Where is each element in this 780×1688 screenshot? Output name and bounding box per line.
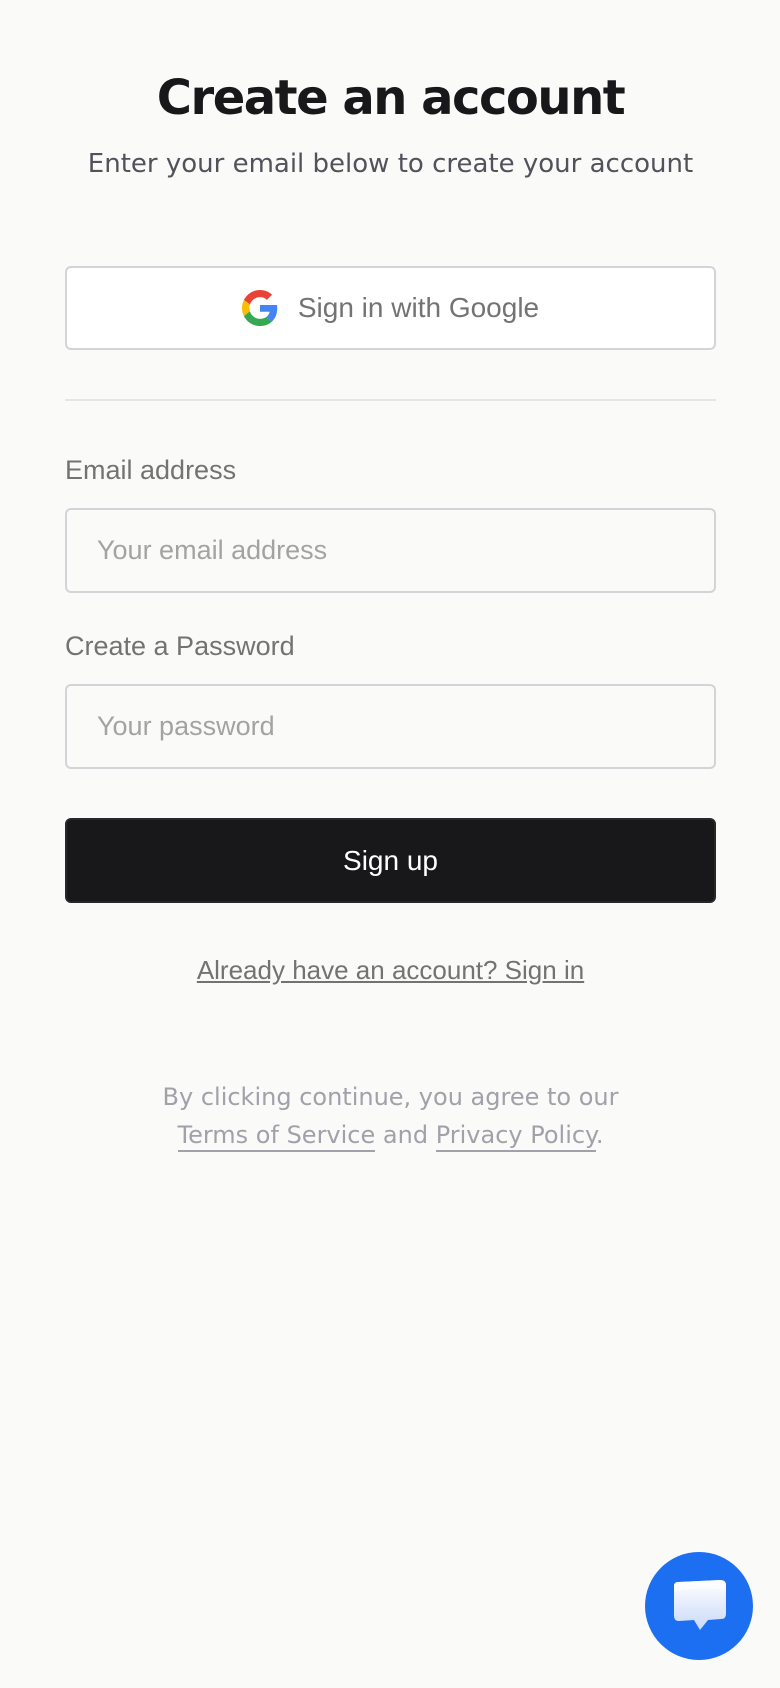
legal-and: and: [382, 1121, 429, 1149]
legal-notice: By clicking continue, you agree to our T…: [65, 1078, 716, 1154]
signin-link[interactable]: Already have an account? Sign in: [197, 955, 584, 985]
privacy-policy-link[interactable]: Privacy Policy: [435, 1121, 596, 1152]
terms-of-service-link[interactable]: Terms of Service: [177, 1121, 376, 1152]
legal-suffix: .: [595, 1121, 604, 1149]
chat-bubble-icon: [674, 1580, 726, 1630]
legal-links-line: Terms of Service and Privacy Policy.: [65, 1116, 716, 1154]
google-signin-button[interactable]: Sign in with Google: [65, 266, 716, 350]
page-title: Create an account: [156, 70, 626, 126]
password-input[interactable]: [65, 684, 716, 769]
page-subtitle: Enter your email below to create your ac…: [87, 149, 694, 179]
signup-button[interactable]: Sign up: [65, 818, 716, 903]
divider: [65, 399, 716, 401]
email-label: Email address: [65, 455, 237, 485]
google-signin-label: Sign in with Google: [297, 292, 540, 323]
signin-link-row: Already have an account? Sign in: [65, 952, 716, 988]
chat-launcher-button[interactable]: [645, 1552, 753, 1660]
google-icon: [241, 290, 278, 326]
password-label: Create a Password: [65, 631, 295, 661]
legal-prefix: By clicking continue, you agree to our: [162, 1083, 619, 1111]
email-input[interactable]: [65, 508, 716, 593]
